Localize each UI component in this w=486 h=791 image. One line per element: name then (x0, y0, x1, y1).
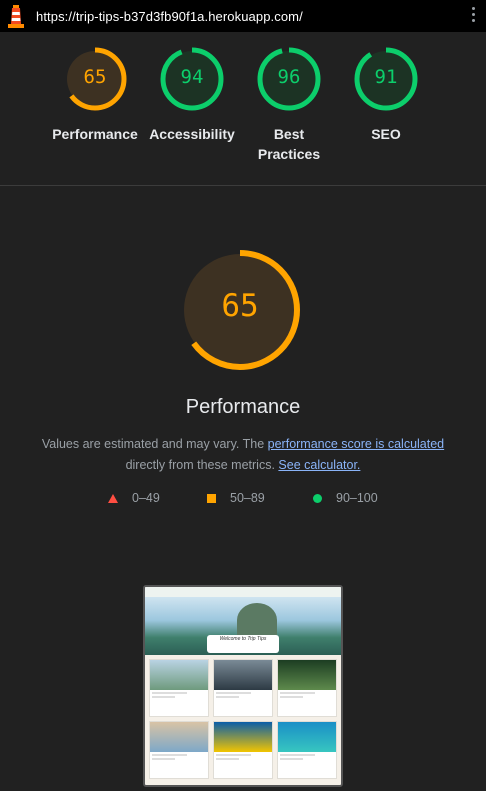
top-bar: https://trip-tips-b37d3fb90f1a.herokuapp… (0, 0, 486, 32)
square-icon (207, 493, 216, 503)
divider (0, 185, 486, 186)
gauge-label: Accessibility (149, 126, 235, 142)
performance-description: Values are estimated and may vary. The p… (30, 434, 456, 476)
see-calculator-link[interactable]: See calculator. (278, 458, 360, 472)
more-options-icon[interactable] (472, 7, 476, 25)
gauge-score: 94 (180, 66, 204, 88)
performance-gauge-large: 65 (178, 248, 302, 372)
score-legend: 0–49 50–89 90–100 (0, 491, 486, 509)
legend-average: 50–89 (207, 491, 265, 505)
circle-icon (313, 493, 322, 503)
page-url: https://trip-tips-b37d3fb90f1a.herokuapp… (36, 9, 303, 24)
legend-range: 0–49 (132, 491, 160, 505)
gauge-performance[interactable]: 65 Performance (45, 46, 145, 144)
performance-score-link[interactable]: performance score is calculated (268, 437, 444, 451)
performance-title: Performance (185, 396, 301, 418)
lighthouse-logo-icon (8, 5, 24, 28)
final-screenshot[interactable]: Welcome to Trip Tips (143, 585, 343, 787)
gauge-best-practices[interactable]: 96 Best Practices (245, 46, 333, 164)
screenshot-cards (145, 655, 341, 783)
legend-range: 50–89 (230, 491, 265, 505)
legend-fail: 0–49 (108, 491, 160, 505)
gauge-label: SEO (371, 126, 401, 142)
triangle-icon (108, 493, 118, 503)
gauge-score: 91 (374, 66, 398, 88)
gauge-score: 65 (83, 66, 107, 88)
screenshot-hero-text: Welcome to Trip Tips (207, 635, 279, 653)
legend-range: 90–100 (336, 491, 378, 505)
desc-text: Values are estimated and may vary. The (41, 437, 268, 451)
screenshot-hero: Welcome to Trip Tips (145, 597, 341, 655)
gauge-label: Performance (52, 126, 138, 142)
gauge-score: 96 (277, 66, 301, 88)
desc-text: directly from these metrics. (125, 458, 279, 472)
gauge-label: Best Practices (257, 126, 321, 162)
performance-score: 65 (221, 288, 259, 324)
legend-pass: 90–100 (313, 491, 378, 505)
gauge-accessibility[interactable]: 94 Accessibility (142, 46, 242, 144)
gauge-seo[interactable]: 91 SEO (342, 46, 430, 144)
screenshot-navbar (145, 587, 341, 597)
